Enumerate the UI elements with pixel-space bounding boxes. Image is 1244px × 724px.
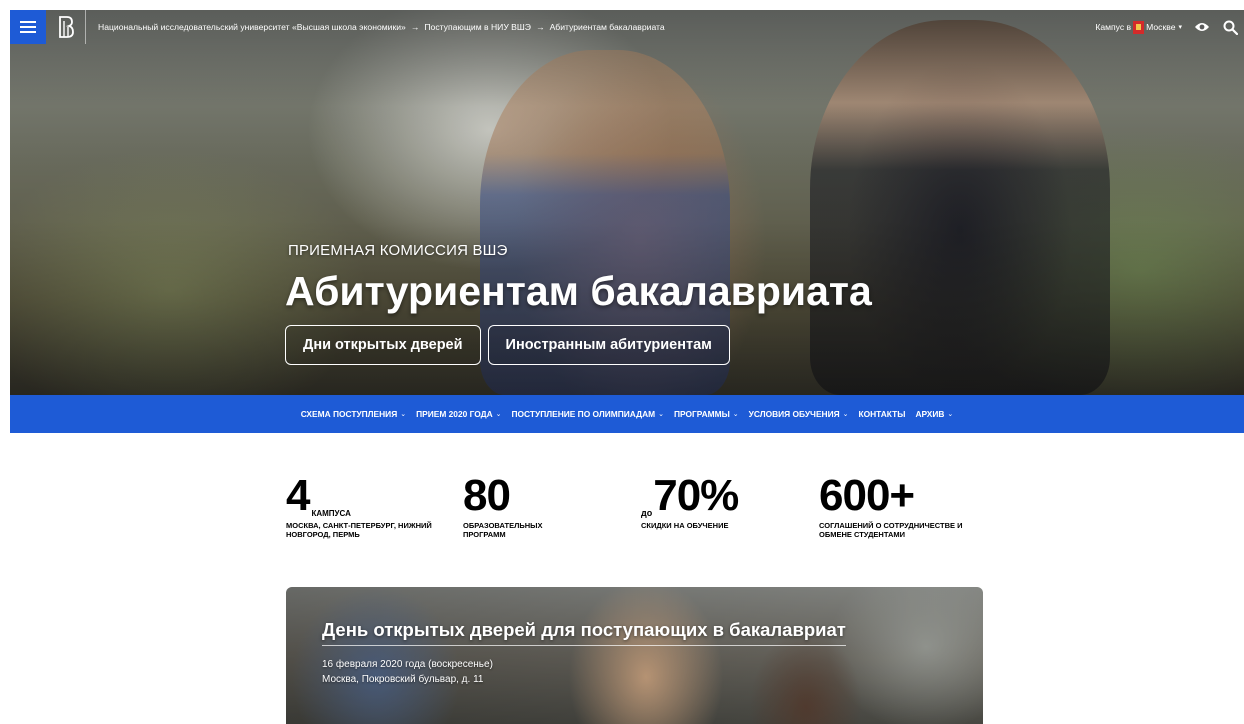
chevron-down-icon: ⌄ — [947, 411, 954, 418]
nav-item-label: ПРИЕМ 2020 ГОДА — [416, 409, 493, 419]
breadcrumb-current: Абитуриентам бакалавриата — [549, 22, 665, 32]
hero-actions: Дни открытых дверей Иностранным абитурие… — [285, 325, 730, 365]
nav-item-archive[interactable]: АРХИВ ⌄ — [915, 409, 953, 419]
eye-icon — [1195, 23, 1209, 31]
top-bar: Национальный исследовательский университ… — [10, 10, 1244, 44]
nav-item-study-conditions[interactable]: УСЛОВИЯ ОБУЧЕНИЯ ⌄ — [749, 409, 849, 419]
campus-label: Кампус в — [1095, 22, 1132, 32]
flag-icon — [1133, 20, 1145, 34]
breadcrumb-separator: → — [410, 22, 420, 32]
nav-item-label: УСЛОВИЯ ОБУЧЕНИЯ — [748, 409, 840, 419]
breadcrumb-link-university[interactable]: Национальный исследовательский университ… — [98, 22, 406, 32]
stat-description: ОБРАЗОВАТЕЛЬНЫХ ПРОГРАММ — [463, 521, 543, 540]
chevron-down-icon: ⌄ — [658, 411, 664, 418]
promo-title[interactable]: День открытых дверей для поступающих в б… — [322, 619, 846, 646]
nav-item-label: ПРОГРАММЫ — [673, 409, 730, 419]
nav-item-label: КОНТАКТЫ — [858, 409, 906, 419]
hse-logo-mark — [58, 16, 74, 38]
nav-item-contacts[interactable]: КОНТАКТЫ — [859, 409, 906, 419]
stat-agreements: 600+ СОГЛАШЕНИЙ О СОТРУДНИЧЕСТВЕ И ОБМЕН… — [819, 474, 964, 540]
nav-item-admission-scheme[interactable]: СХЕМА ПОСТУПЛЕНИЯ ⌄ — [301, 409, 406, 419]
hero-kicker: ПРИЕМНАЯ КОМИССИЯ ВШЭ — [288, 242, 508, 259]
stat-value: 80 — [463, 471, 511, 520]
top-bar-tools: Кампус в Москве ▾ — [1095, 19, 1244, 35]
breadcrumb-link-applicants[interactable]: Поступающим в НИУ ВШЭ — [424, 22, 531, 32]
campus-selector[interactable]: Кампус в Москве ▾ — [1095, 20, 1182, 34]
nav-item-admission-2020[interactable]: ПРИЕМ 2020 ГОДА ⌄ — [416, 409, 501, 419]
chevron-down-icon: ⌄ — [400, 411, 407, 418]
nav-item-programs[interactable]: ПРОГРАММЫ ⌄ — [674, 409, 739, 419]
search-icon — [1223, 20, 1238, 35]
nav-item-label: АРХИВ — [915, 409, 945, 419]
stat-description: МОСКВА, САНКТ-ПЕТЕРБУРГ, НИЖНИЙ НОВГОРОД… — [286, 521, 432, 540]
breadcrumb-separator: → — [535, 22, 545, 32]
hse-logo[interactable] — [46, 10, 86, 44]
stat-description: СОГЛАШЕНИЙ О СОТРУДНИЧЕСТВЕ И ОБМЕНЕ СТУ… — [819, 521, 963, 540]
nav-item-label: СХЕМА ПОСТУПЛЕНИЯ — [300, 409, 398, 419]
stat-campuses: 4 КАМПУСА МОСКВА, САНКТ-ПЕТЕРБУРГ, НИЖНИ… — [286, 474, 436, 540]
breadcrumb: Национальный исследовательский университ… — [86, 22, 665, 32]
section-nav: СХЕМА ПОСТУПЛЕНИЯ ⌄ ПРИЕМ 2020 ГОДА ⌄ ПО… — [10, 395, 1244, 433]
chevron-down-icon: ▾ — [1178, 24, 1182, 31]
promo-overlay — [286, 587, 983, 724]
stat-value: 70% — [653, 471, 739, 520]
nav-item-label: ПОСТУПЛЕНИЕ ПО ОЛИМПИАДАМ — [511, 409, 656, 419]
chevron-down-icon: ⌄ — [732, 411, 739, 418]
page-title: Абитуриентам бакалавриата — [285, 268, 872, 314]
open-days-button[interactable]: Дни открытых дверей — [285, 325, 481, 365]
open-day-promo-card[interactable]: День открытых дверей для поступающих в б… — [286, 587, 983, 724]
stat-unit: КАМПУСА — [311, 509, 351, 518]
foreign-applicants-button[interactable]: Иностранным абитуриентам — [487, 325, 730, 365]
campus-city: Москве — [1146, 22, 1176, 32]
page-left-margin — [0, 0, 10, 724]
page: Национальный исследовательский университ… — [0, 0, 1244, 724]
search-button[interactable] — [1222, 19, 1238, 35]
chevron-down-icon: ⌄ — [495, 411, 502, 418]
stat-description: СКИДКИ НА ОБУЧЕНИЕ — [641, 521, 729, 530]
promo-date: 16 февраля 2020 года (воскресенье) — [322, 659, 493, 670]
menu-button[interactable] — [10, 10, 46, 44]
menu-icon — [20, 21, 36, 33]
stat-programs: 80 ОБРАЗОВАТЕЛЬНЫХ ПРОГРАММ — [463, 474, 573, 540]
promo-location: Москва, Покровский бульвар, д. 11 — [322, 674, 484, 685]
nav-item-olympiads[interactable]: ПОСТУПЛЕНИЕ ПО ОЛИМПИАДАМ ⌄ — [512, 409, 664, 419]
stat-prefix: до — [641, 508, 653, 518]
stat-value: 600+ — [819, 471, 915, 520]
chevron-down-icon: ⌄ — [842, 411, 849, 418]
accessibility-button[interactable] — [1194, 19, 1210, 35]
stat-discount: до 70% СКИДКИ НА ОБУЧЕНИЕ — [641, 474, 791, 531]
stat-value: 4 — [286, 471, 311, 520]
